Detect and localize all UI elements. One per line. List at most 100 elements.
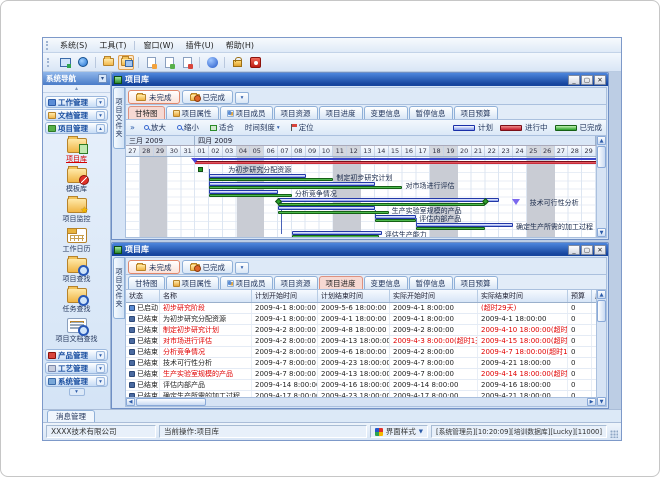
scroll-up-button[interactable]: ▲ [597,290,606,299]
column-header-3[interactable]: 计划结束时间 [318,290,390,302]
subtab-budget[interactable]: 项目预算 [454,106,498,119]
table-row[interactable]: 已结束对市场进行评估2009-4-2 8:00:002009-4-13 18:0… [126,336,596,347]
scroll-left-button[interactable]: ◀ [126,398,135,406]
table-row[interactable]: 已结束为初步研究分配资源2009-4-1 8:00:002009-4-1 18:… [126,314,596,325]
zoom-in-button[interactable]: 放大 [140,120,170,135]
mail-delete-icon[interactable] [179,55,195,70]
tab-finished[interactable]: 已完成 [182,260,234,274]
menu-plugins[interactable]: 插件(U) [180,40,220,51]
expand-icon[interactable]: ▾ [96,364,105,373]
minimize-button[interactable]: _ [568,245,580,255]
column-header-0[interactable]: 状态 [126,290,160,302]
window-titlebar[interactable]: 项目库 _ ▢ ✕ [112,73,608,86]
subtab-properties[interactable]: 项目属性 [166,276,219,289]
scroll-down-button[interactable]: ▼ [597,228,606,237]
expand-icon[interactable]: ▾ [96,111,105,120]
sidebar-more-button[interactable]: ▾ [69,388,85,396]
minimize-button[interactable]: _ [568,75,580,85]
sidebar-section-work[interactable]: 工作管理▾ [45,96,108,108]
collapse-icon[interactable]: ▴ [96,124,105,133]
lock-icon[interactable] [229,55,245,70]
subtab-properties[interactable]: 项目属性 [166,106,219,119]
tab-message-management[interactable]: 消息管理 [47,410,95,422]
subtab-gantt[interactable]: 甘特图 [128,276,165,289]
sidebar-section-craft[interactable]: 工艺管理▾ [45,362,108,374]
ui-style-dropdown[interactable]: 界面样式 ▼ [370,425,428,438]
sidebar-collapse-button[interactable]: ▴ [43,85,110,93]
column-header-1[interactable]: 名称 [160,290,252,302]
tab-unfinished[interactable]: 未完成 [128,90,180,104]
exit-icon[interactable] [247,55,263,70]
sidebar-item-6[interactable]: 项目文档查找 [45,316,108,346]
locate-button[interactable]: 定位 [287,120,318,135]
column-header-2[interactable]: 计划开始时间 [252,290,318,302]
expand-icon[interactable]: ▾ [96,351,105,360]
subtab-gantt[interactable]: 甘特图 [128,106,165,119]
scroll-up-button[interactable]: ▲ [597,136,606,145]
table-row[interactable]: 已启动初步研究阶段2009-4-1 8:00:002009-5-6 18:00:… [126,303,596,314]
column-header-4[interactable]: 实际开始时间 [390,290,478,302]
menu-help[interactable]: 帮助(H) [220,40,260,51]
scroll-thumb[interactable] [136,398,206,406]
table-row[interactable]: 已结束生产实验室规模的产品2009-4-7 8:00:002009-4-13 1… [126,369,596,380]
menu-tools[interactable]: 工具(T) [93,40,132,51]
tab-finished[interactable]: 已完成 [182,90,234,104]
column-header-6[interactable]: 预算 [568,290,592,302]
mail-new-icon[interactable] [143,55,159,70]
tab-overflow-button[interactable]: ▾ [235,92,249,104]
subtab-changes[interactable]: 变更信息 [364,106,408,119]
expand-icon[interactable]: ▾ [96,98,105,107]
sidebar-section-products[interactable]: 产品管理▾ [45,349,108,361]
sidebar-section-system[interactable]: 系统管理▾ [45,375,108,387]
sidebar-item-3[interactable]: 工作日历 [45,226,108,256]
folder-icon[interactable] [100,55,116,70]
help-icon[interactable] [204,55,220,70]
window-titlebar[interactable]: 项目库 _ ▢ ✕ [112,243,608,256]
subtab-resources[interactable]: 项目资源 [274,106,318,119]
menu-window[interactable]: 窗口(W) [137,40,179,51]
globe-icon[interactable] [75,55,91,70]
mail-open-icon[interactable] [161,55,177,70]
close-button[interactable]: ✕ [594,245,606,255]
tab-project-folder[interactable]: 项目文件夹 [113,257,125,319]
expand-icon[interactable]: ▾ [96,377,105,386]
tab-overflow-button[interactable]: ▾ [235,262,249,274]
table-row[interactable]: 已结束评估内部产品2009-4-14 8:00:002009-4-16 18:0… [126,380,596,391]
sidebar-item-2[interactable]: 项目监控 [45,196,108,226]
maximize-button[interactable]: ▢ [581,75,593,85]
maximize-button[interactable]: ▢ [581,245,593,255]
zoom-out-button[interactable]: 缩小 [173,120,203,135]
scroll-thumb[interactable] [597,146,606,168]
subtab-members[interactable]: 项目成员 [220,106,273,119]
scroll-thumb[interactable] [597,300,606,322]
subtab-progress[interactable]: 项目进度 [319,106,363,119]
sidebar-item-5[interactable]: 任务查找 [45,286,108,316]
subtab-progress[interactable]: 项目进度 [319,276,363,289]
sidebar-section-projects[interactable]: 项目管理▴ [45,122,108,134]
save-layout-icon[interactable] [118,55,134,70]
toolbar-grip[interactable] [47,58,50,67]
subtab-pause[interactable]: 暂停信息 [409,106,453,119]
subtab-pause[interactable]: 暂停信息 [409,276,453,289]
sidebar-section-documents[interactable]: 文档管理▾ [45,109,108,121]
sidebar-item-0[interactable]: 项目库 [45,136,108,166]
table-row[interactable]: 已结束分析竞争情况2009-4-2 8:00:002009-4-6 18:00:… [126,347,596,358]
sidebar-item-1[interactable]: 模板库 [45,166,108,196]
tab-unfinished[interactable]: 未完成 [128,260,180,274]
menubar-grip[interactable] [46,41,49,50]
sidebar-pin-button[interactable]: ▾ [98,74,107,83]
system-monitor-icon[interactable] [57,55,73,70]
resize-grip[interactable] [610,430,618,438]
gantt-body[interactable]: 为初步研究分配资源制定初步研究计划对市场进行评估分析竞争情况技术可行性分析生产实… [126,157,596,237]
close-button[interactable]: ✕ [594,75,606,85]
menu-system[interactable]: 系统(S) [54,40,93,51]
fit-button[interactable]: 适合 [206,120,238,135]
tab-project-folder[interactable]: 项目文件夹 [113,87,125,149]
column-header-5[interactable]: 实际结束时间 [478,290,568,302]
sidebar-item-4[interactable]: 项目查找 [45,256,108,286]
timescale-button[interactable]: 时间刻度▾ [241,120,284,135]
table-row[interactable]: 已结束技术可行性分析2009-4-7 8:00:002009-4-23 18:0… [126,358,596,369]
table-row[interactable]: 已结束制定初步研究计划2009-4-2 8:00:002009-4-8 18:0… [126,325,596,336]
subtab-budget[interactable]: 项目预算 [454,276,498,289]
subtab-members[interactable]: 项目成员 [220,276,273,289]
